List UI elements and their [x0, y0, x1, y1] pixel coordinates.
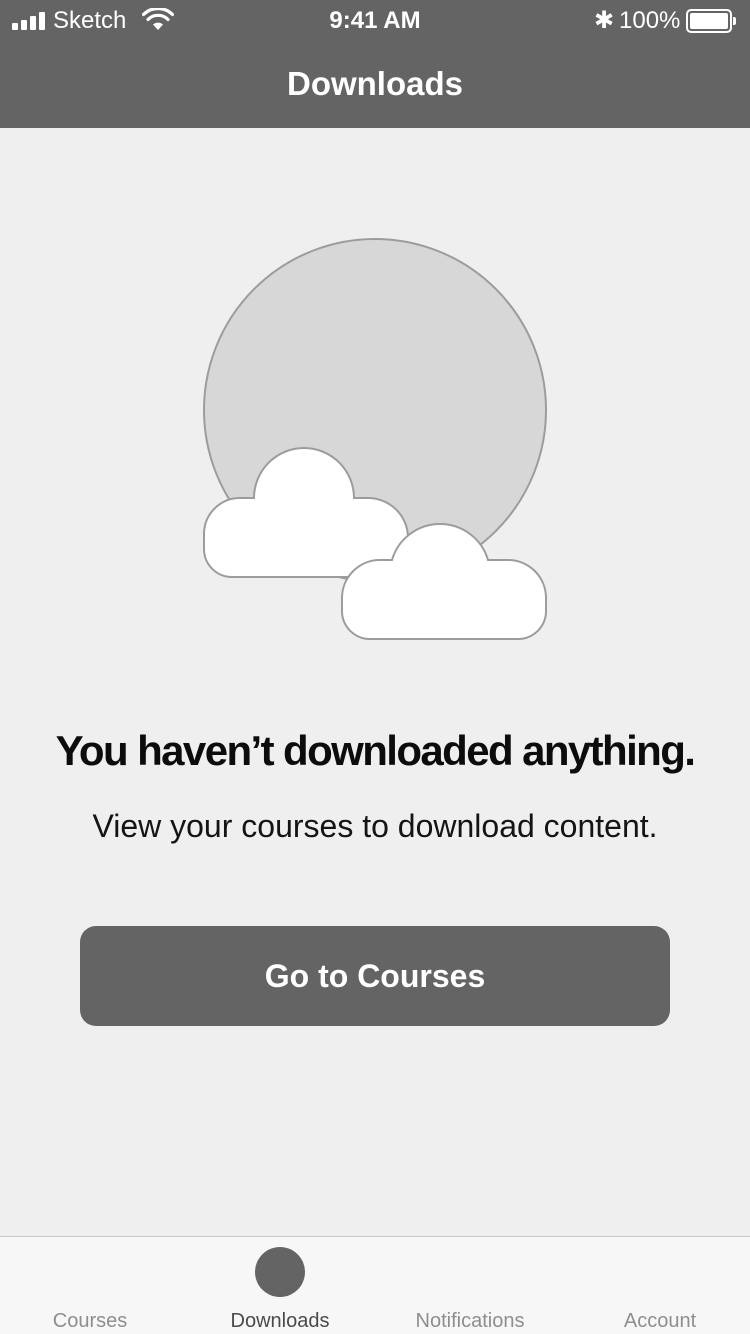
empty-state-subtext: View your courses to download content. — [92, 808, 658, 844]
tab-courses[interactable]: Courses — [0, 1237, 185, 1334]
battery-percent: 100% — [619, 7, 681, 34]
tab-downloads-label: Downloads — [230, 1310, 330, 1332]
downloads-screen: Sketch 9:41 AM ✱ 100% Downloads You have… — [0, 0, 750, 1334]
go-to-courses-button[interactable]: Go to Courses — [80, 926, 670, 1026]
tab-courses-label: Courses — [52, 1310, 128, 1332]
tab-account[interactable]: Account — [565, 1237, 750, 1334]
sun-clouds-illustration — [203, 238, 547, 640]
header-bar: Sketch 9:41 AM ✱ 100% Downloads — [0, 0, 750, 128]
empty-state-headline: You haven’t downloaded anything. — [55, 727, 696, 774]
tab-notifications[interactable]: Notifications — [375, 1237, 565, 1334]
bluetooth-icon: ✱ — [594, 7, 615, 34]
status-bar: Sketch 9:41 AM ✱ 100% — [0, 0, 750, 42]
downloads-tab-icon — [255, 1247, 305, 1297]
tab-account-label: Account — [623, 1310, 697, 1332]
tab-notifications-label: Notifications — [415, 1310, 525, 1332]
tab-bar: Courses Downloads Notifications Account — [0, 1236, 750, 1334]
battery-icon — [686, 9, 736, 33]
page-title: Downloads — [286, 65, 463, 102]
tab-downloads[interactable]: Downloads — [185, 1237, 375, 1334]
